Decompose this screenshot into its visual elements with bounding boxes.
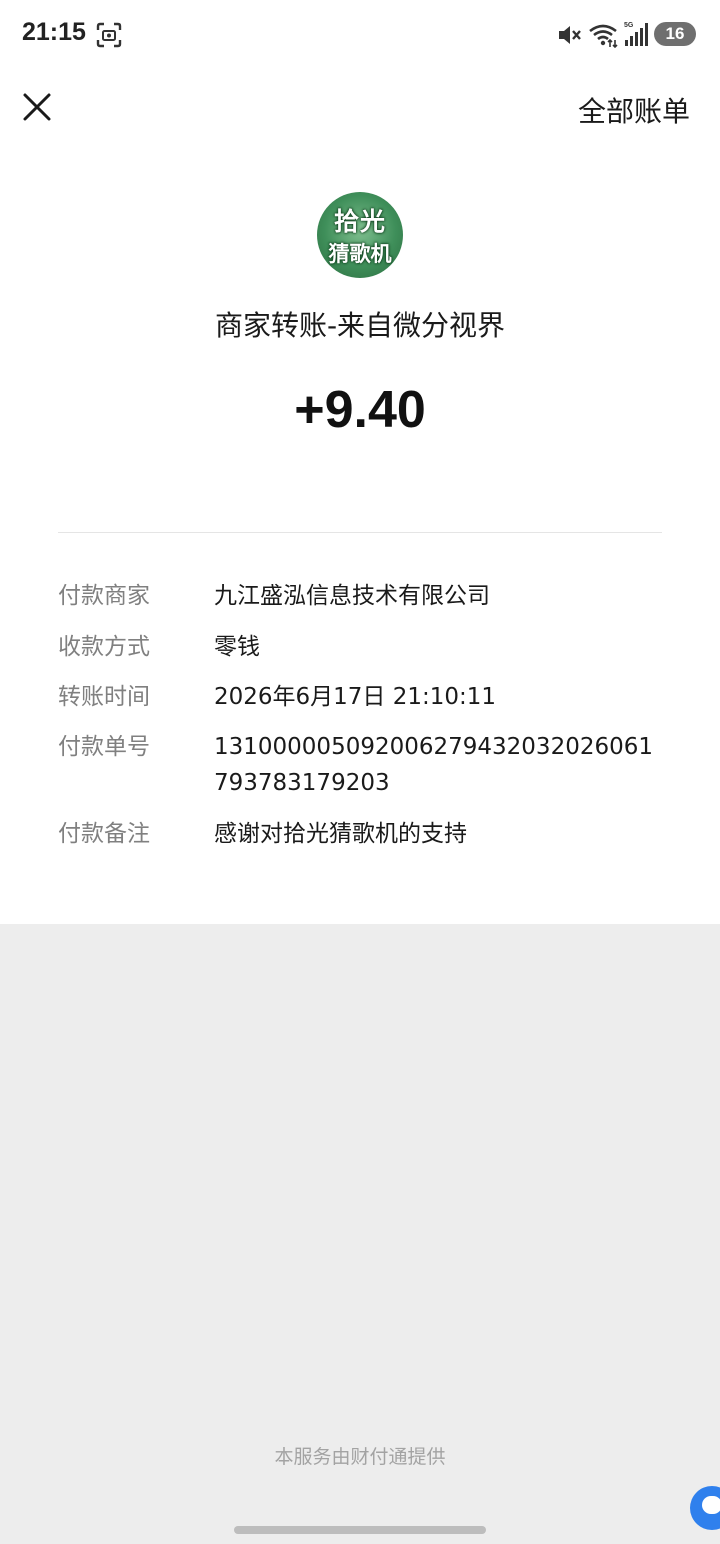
avatar-text-line2: 猜歌机 [328, 241, 392, 266]
detail-label: 付款商家 [58, 583, 150, 609]
merchant-avatar: 拾光 猜歌机 [317, 192, 403, 278]
signal-5g-icon: 5G [624, 22, 648, 46]
svg-text:5G: 5G [624, 22, 634, 29]
wifi-icon [589, 24, 618, 48]
floating-chat-button[interactable] [690, 1486, 720, 1530]
detail-label: 付款单号 [58, 734, 150, 760]
all-bills-link[interactable]: 全部账单 [578, 90, 690, 130]
divider [58, 532, 662, 533]
home-indicator[interactable] [234, 1526, 486, 1534]
close-icon[interactable] [18, 88, 56, 126]
detail-value: 感谢对拾光猜歌机的支持 [214, 821, 467, 847]
chat-bubble-icon [702, 1496, 720, 1514]
detail-label: 收款方式 [58, 634, 150, 660]
status-time: 21:15 [22, 18, 86, 46]
transfer-card: 全部账单 拾光 猜歌机 商家转账-来自微分视界 +9.40 付款商家 九江盛泓信… [0, 70, 720, 924]
detail-value[interactable]: 1310000050920062794320320260617937831792… [214, 729, 664, 801]
avatar-text-line1: 拾光 [333, 207, 386, 236]
detail-value: 九江盛泓信息技术有限公司 [214, 583, 490, 609]
transfer-detail-page: 21:15 5G 16 全部账单 拾光 猜歌机 商家转账-来自微分视界 +9.4… [0, 0, 720, 1544]
service-provider-text: 本服务由财付通提供 [274, 1446, 446, 1468]
detail-value: 零钱 [214, 634, 260, 660]
detail-value: 2026年6月17日 21:10:11 [214, 684, 497, 710]
transfer-title: 商家转账-来自微分视界 [214, 309, 506, 342]
screenshot-icon [96, 22, 122, 48]
transfer-amount: +9.40 [294, 381, 426, 439]
status-bar: 21:15 5G 16 [0, 0, 720, 70]
mute-icon [559, 26, 581, 44]
detail-label: 转账时间 [58, 684, 150, 710]
battery-indicator: 16 [654, 22, 696, 46]
detail-label: 付款备注 [58, 821, 150, 847]
